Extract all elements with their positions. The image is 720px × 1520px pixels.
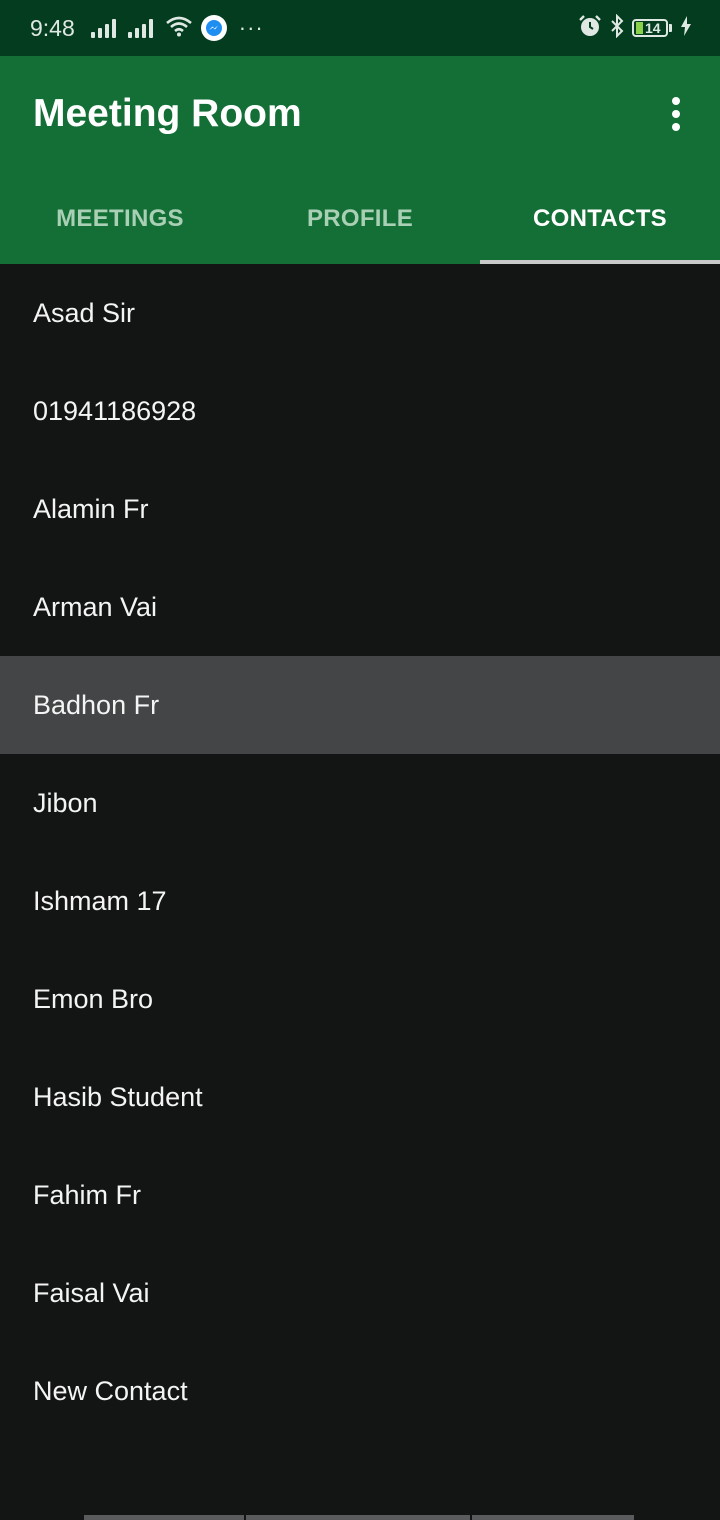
charging-icon [680,15,692,41]
contact-item[interactable]: Ishmam 17 [0,852,720,950]
status-bar-right: 14 [578,13,692,43]
tab-bar: MEETINGS PROFILE CONTACTS [0,173,720,264]
contact-item[interactable]: Asad Sir [0,264,720,362]
more-dots-icon: ··· [238,15,264,40]
contact-item[interactable]: Arman Vai [0,558,720,656]
messenger-icon [200,15,227,41]
wifi-icon [165,15,193,42]
app-title: Meeting Room [33,92,302,135]
status-bar: 9:48 ··· 14 [0,0,720,56]
contact-item[interactable]: Alamin Fr [0,460,720,558]
new-contact-item[interactable]: New Contact [0,1342,720,1440]
navigation-bar [84,1515,636,1520]
signal-icon [90,18,116,38]
alarm-icon [578,14,602,43]
app-bar: Meeting Room MEETINGS PROFILE CONTACTS [0,56,720,264]
status-time: 9:48 [30,14,75,41]
contact-item[interactable]: Emon Bro [0,950,720,1048]
tab-meetings[interactable]: MEETINGS [0,173,240,264]
contact-list: Asad Sir 01941186928 Alamin Fr Arman Vai… [0,264,720,1440]
signal-icon [127,18,153,38]
bluetooth-icon [610,13,624,43]
contact-item[interactable]: Fahim Fr [0,1146,720,1244]
status-bar-left: 9:48 ··· [30,15,264,42]
tab-profile[interactable]: PROFILE [240,173,480,264]
battery-level: 14 [645,20,661,36]
battery-icon: 14 [632,19,672,37]
tab-contacts[interactable]: CONTACTS [480,173,720,264]
contact-item[interactable]: Hasib Student [0,1048,720,1146]
more-vert-icon[interactable] [660,92,692,136]
contact-item[interactable]: Faisal Vai [0,1244,720,1342]
contact-item-selected[interactable]: Badhon Fr [0,656,720,754]
contact-item[interactable]: 01941186928 [0,362,720,460]
contact-item[interactable]: Jibon [0,754,720,852]
